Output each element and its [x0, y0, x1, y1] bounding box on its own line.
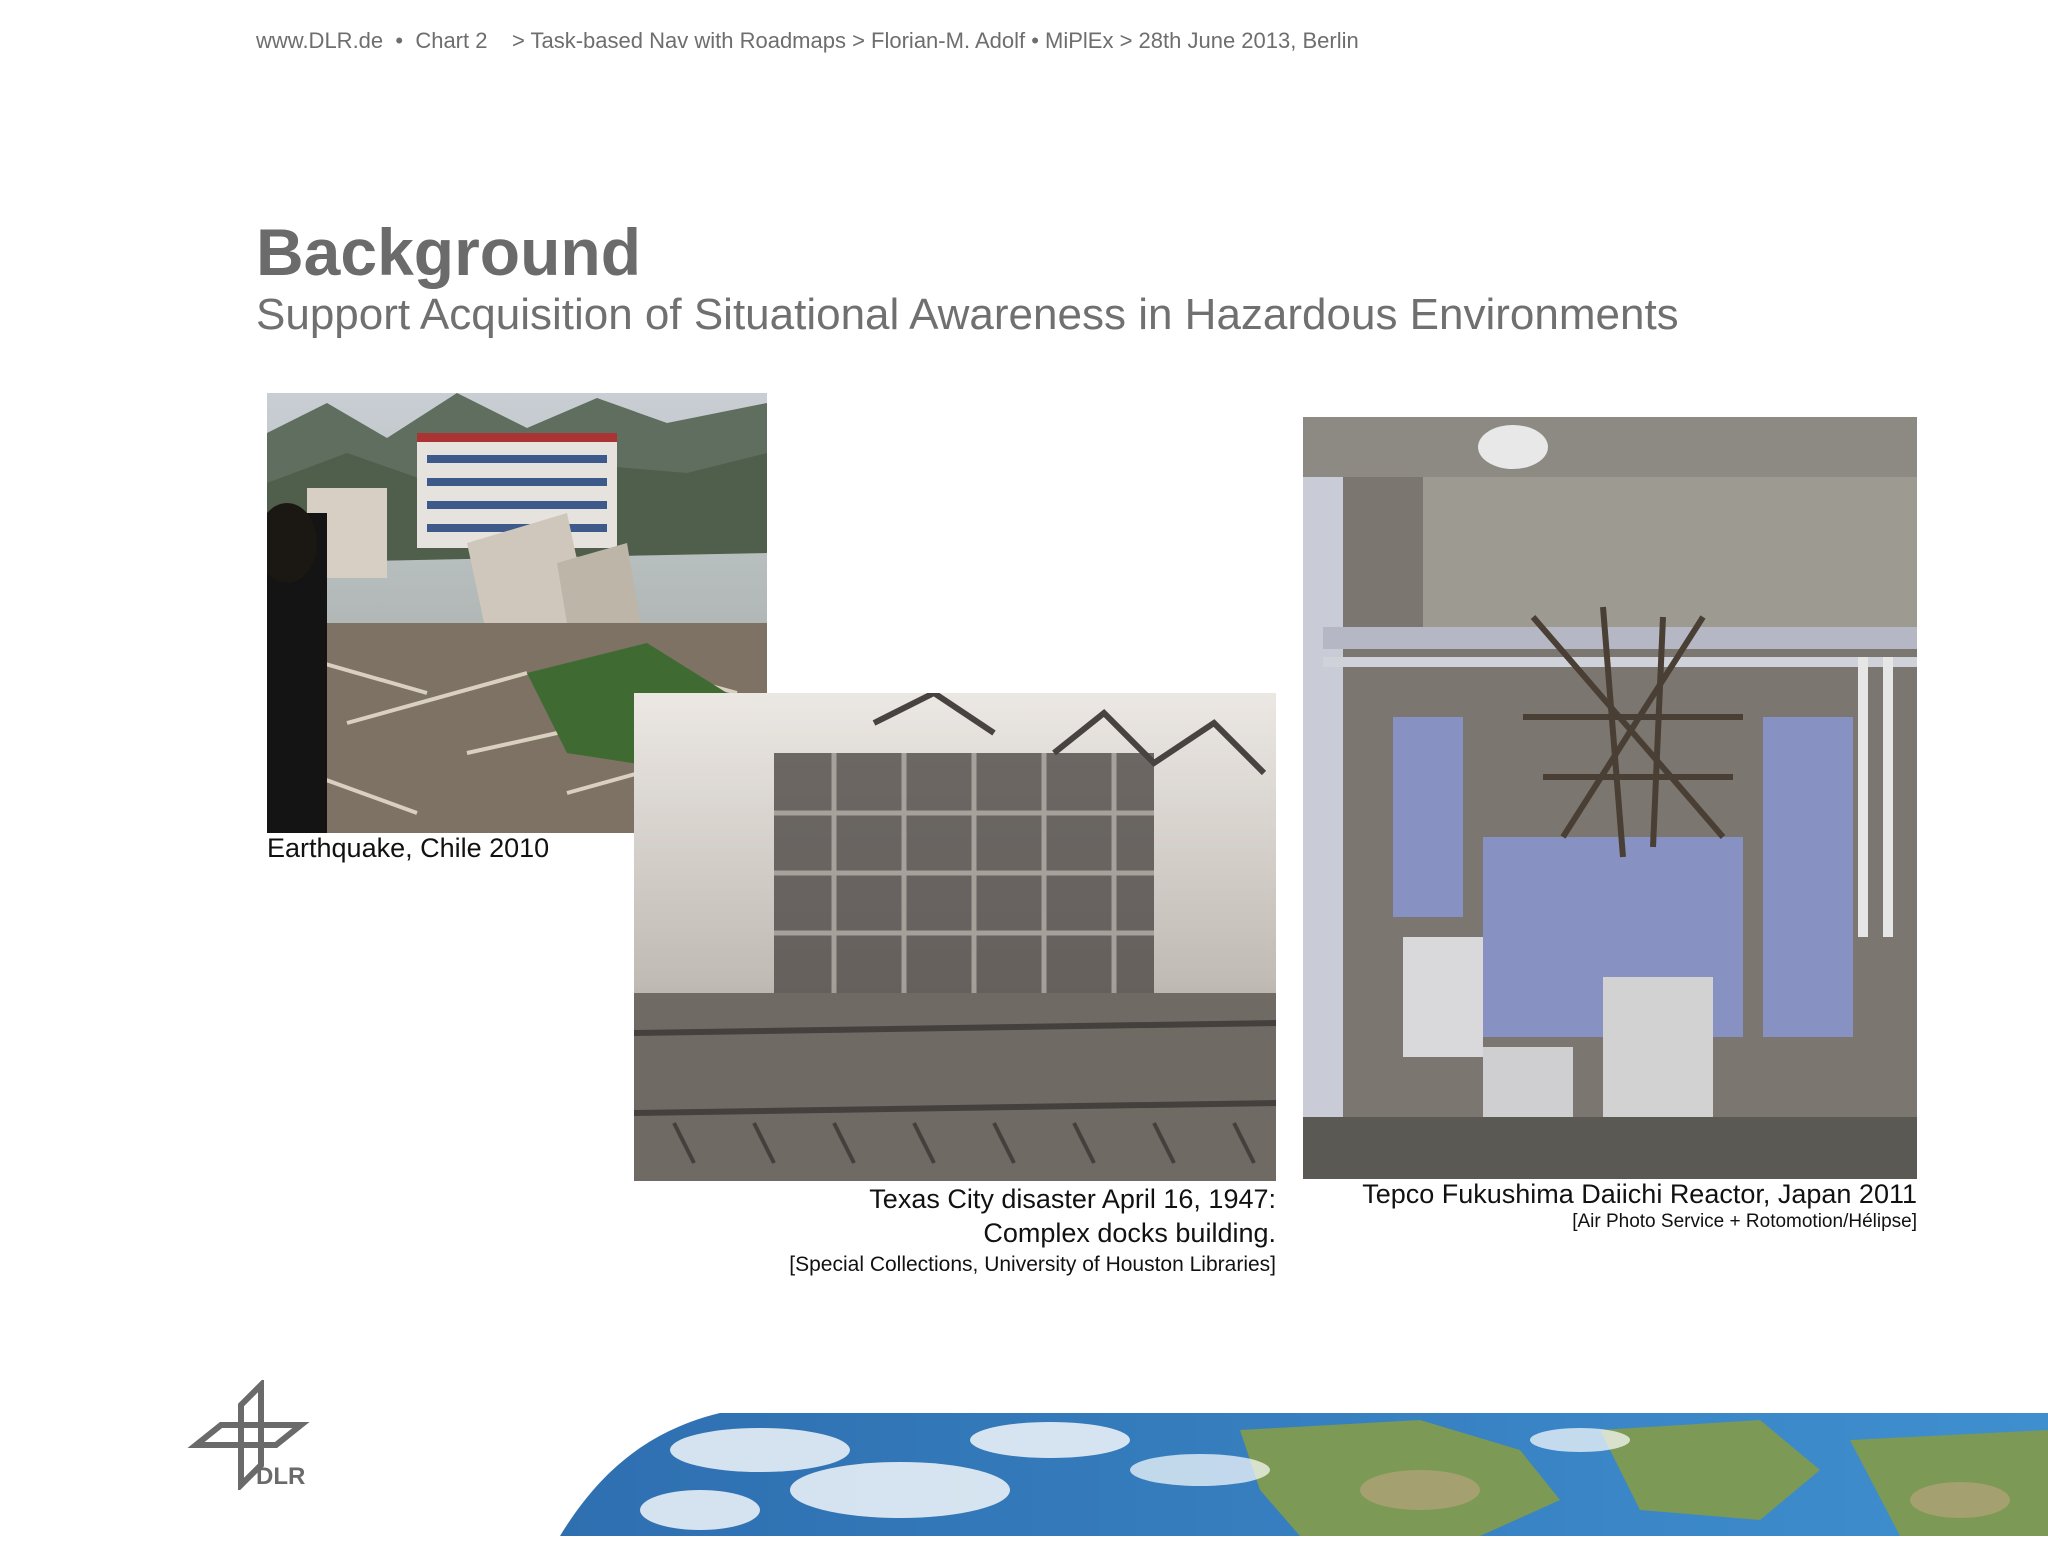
slide-subtitle: Support Acquisition of Situational Aware… — [256, 290, 1679, 339]
earthquake-caption: Earthquake, Chile 2010 — [267, 833, 550, 863]
texas-city-credit: [Special Collections, University of Hous… — [789, 1253, 1276, 1276]
fukushima-credit: [Air Photo Service + Rotomotion/Hélipse] — [1572, 1211, 1917, 1232]
texas-city-photo — [634, 693, 1276, 1181]
texas-city-caption-line1: Texas City disaster April 16, 1947: — [869, 1184, 1276, 1214]
texas-city-caption: Texas City disaster April 16, 1947: Comp… — [789, 1182, 1276, 1280]
earth-band-image — [0, 1410, 2048, 1536]
fukushima-caption: Tepco Fukushima Daiichi Reactor, Japan 2… — [1362, 1178, 1917, 1234]
header-site: www.DLR.de — [256, 28, 384, 53]
fukushima-photo — [1303, 417, 1917, 1179]
texas-city-caption-line2: Complex docks building. — [983, 1218, 1276, 1248]
header-chart: Chart 2 — [415, 28, 488, 53]
header-breadcrumb: > Task-based Nav with Roadmaps > Florian… — [511, 28, 1359, 53]
header-separator: • — [395, 28, 404, 53]
slide-header: www.DLR.de • Chart 2 > Task-based Nav wi… — [256, 28, 1359, 54]
slide: www.DLR.de • Chart 2 > Task-based Nav wi… — [0, 0, 2048, 1536]
fukushima-caption-line: Tepco Fukushima Daiichi Reactor, Japan 2… — [1362, 1179, 1917, 1209]
slide-title: Background — [256, 215, 642, 289]
